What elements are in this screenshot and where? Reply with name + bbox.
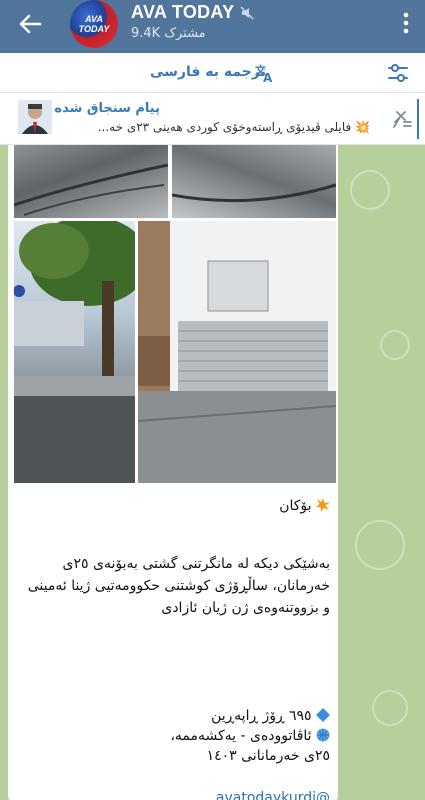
pinned-message-bar[interactable]: پیام سنجاق شده 💥 فایلی ڤیدیۆی ڕاسته‌وخۆی… (0, 93, 425, 145)
photo-street-tree[interactable] (14, 221, 135, 483)
message-paragraph: به‌شێکی دیکه له مانگرتنی گشتی به‌بۆنه‌ی … (27, 556, 330, 616)
channel-avatar[interactable]: AVA TODAY (70, 0, 118, 48)
photo-windshield-right[interactable] (172, 145, 336, 218)
translate-icon: 文 A (255, 63, 273, 84)
translate-bar[interactable]: ترجمه به فارسی 文 A (0, 53, 425, 93)
background-doodle (372, 690, 408, 726)
globe-icon (316, 728, 330, 742)
background-doodle (380, 330, 410, 360)
pinned-title: پیام سنجاق شده (54, 101, 160, 116)
day-count-text: ٦٩٥ ڕۆژ ڕاپه‌ڕین (211, 708, 312, 724)
message-day-line: ٦٩٥ ڕۆژ ڕاپه‌ڕین (18, 705, 330, 727)
more-options-icon[interactable] (403, 12, 409, 34)
svg-text:A: A (263, 71, 273, 84)
message-date-line-1: ئاڤاتووده‌ی - یه‌کشه‌ممه‌، (18, 725, 330, 747)
translate-settings-icon[interactable] (387, 63, 409, 83)
avatar-logo-text: AVA TODAY (78, 14, 110, 34)
date-text-1: ئاڤاتووده‌ی - یه‌کشه‌ممه‌، (170, 728, 312, 744)
background-doodle (355, 520, 405, 570)
heading-text: بۆکان (279, 498, 312, 514)
unpin-icon[interactable] (391, 108, 413, 130)
blue-diamond-icon (316, 708, 330, 722)
channel-title[interactable]: AVA TODAY (131, 2, 234, 23)
pinned-accent-line (417, 99, 419, 139)
back-arrow-icon[interactable] (16, 10, 44, 38)
chat-header: AVA TODAY AVA TODAY 9.4K مشترک (0, 0, 425, 53)
subscriber-count: 9.4K مشترک (131, 26, 206, 41)
message-heading: بۆکان (18, 495, 330, 517)
pinned-thumbnail (18, 100, 52, 134)
message-date-line-2: ٢٥ی خه‌رمانانی ١٤٠٣ (206, 748, 330, 764)
message-bubble[interactable]: بۆکان به‌شێکی دیکه له مانگرتنی گشتی به‌ب… (8, 145, 338, 800)
collision-emoji-icon (316, 498, 330, 512)
channel-link[interactable]: @avatodaykurdi (18, 787, 330, 800)
background-doodle (350, 170, 390, 210)
pinned-preview-text: 💥 فایلی ڤیدیۆی ڕاسته‌وخۆی کوردی هه‌ینی ٢… (97, 120, 370, 134)
photo-closed-shops[interactable] (138, 221, 336, 483)
muted-icon (240, 6, 254, 20)
translate-button-label[interactable]: ترجمه به فارسی (150, 64, 266, 80)
photo-windshield-left[interactable] (14, 145, 168, 218)
